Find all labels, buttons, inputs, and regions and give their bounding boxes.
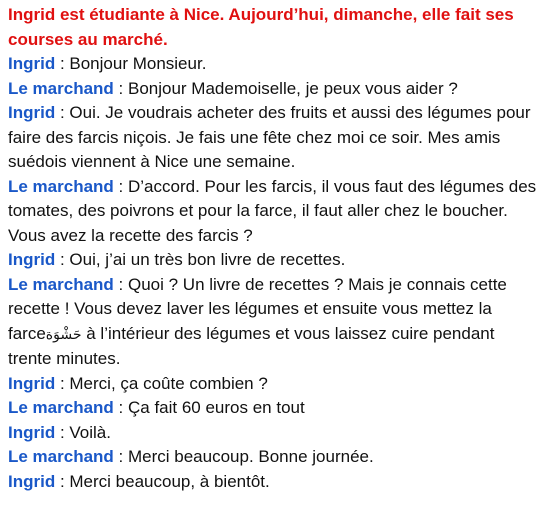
line-text: Bonjour Mademoiselle, je peux vous aider… [127, 78, 458, 98]
speaker-name: Ingrid [8, 54, 56, 73]
arabic-annotation: حَشْوَة [45, 326, 82, 343]
line-text: Bonjour Monsieur. [69, 54, 207, 73]
dialogue-line: Ingrid : Bonjour Monsieur. [8, 52, 538, 77]
line-text: Oui, j’ai un très bon livre de recettes. [69, 250, 346, 269]
separator: : [113, 176, 128, 196]
document: Ingrid est étudiante à Nice. Aujourd’hui… [0, 0, 546, 519]
line-text: Voilà. [69, 422, 111, 442]
separator: : [113, 78, 128, 98]
line-text: Merci beaucoup. Bonne journée. [127, 447, 374, 466]
separator: : [55, 373, 70, 393]
separator: : [113, 447, 128, 466]
dialogue-line: Le marchand : Bonjour Mademoiselle, je p… [8, 77, 538, 102]
speaker-name: Le marchand [8, 78, 114, 98]
speaker-name: Ingrid [8, 471, 56, 491]
intro-title: Ingrid est étudiante à Nice. Aujourd’hui… [8, 5, 514, 49]
speaker-name: Ingrid [8, 373, 56, 393]
separator: : [113, 274, 128, 294]
separator: : [55, 422, 70, 442]
dialogue-line: Le marchand : Merci beaucoup. Bonne jour… [8, 445, 538, 470]
dialogue-line: Ingrid : Merci beaucoup, à bientôt. [8, 470, 538, 495]
speaker-name: Ingrid [8, 103, 56, 122]
line-text: Ça fait 60 euros en tout [127, 398, 305, 417]
line-text: Merci, ça coûte combien ? [69, 373, 268, 393]
dialogue-line: Ingrid : Merci, ça coûte combien ? [8, 372, 538, 397]
dialogue-line: Ingrid : Oui. Je voudrais acheter des fr… [8, 101, 538, 175]
line-text: Merci beaucoup, à bientôt. [69, 471, 270, 491]
separator: : [113, 398, 128, 417]
separator: : [55, 471, 70, 491]
line-text-continued: à l’intérieur des légumes et vous laisse… [8, 323, 495, 369]
line-text: Oui. Je voudrais acheter des fruits et a… [8, 103, 531, 171]
speaker-name: Le marchand [8, 176, 114, 196]
speaker-name: Le marchand [8, 274, 114, 294]
separator: : [55, 54, 70, 73]
dialogue-line: Le marchand : Quoi ? Un livre de recette… [8, 273, 538, 372]
separator: : [55, 250, 70, 269]
dialogue-line: Le marchand : D’accord. Pour les farcis,… [8, 175, 538, 249]
dialogue-line: Le marchand : Ça fait 60 euros en tout [8, 396, 538, 421]
speaker-name: Ingrid [8, 250, 56, 269]
separator: : [55, 103, 70, 122]
dialogue-line: Ingrid : Voilà. [8, 421, 538, 446]
dialogue-line: Ingrid : Oui, j’ai un très bon livre de … [8, 248, 538, 273]
speaker-name: Le marchand [8, 398, 114, 417]
speaker-name: Le marchand [8, 447, 114, 466]
speaker-name: Ingrid [8, 422, 56, 442]
